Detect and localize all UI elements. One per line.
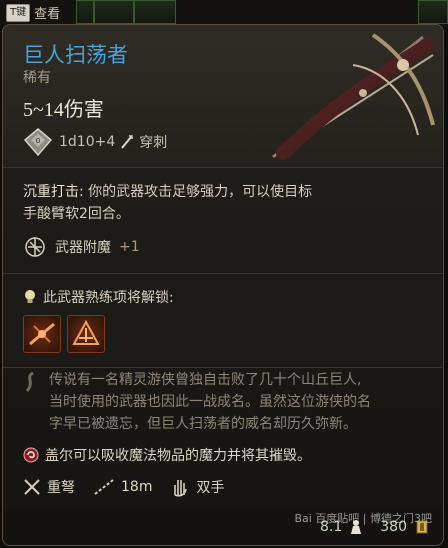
t-key-badge: T键 <box>6 3 31 22</box>
action-desc-1: 你的武器攻击足够强力，可以使目标 <box>88 184 313 200</box>
lightbulb-icon <box>25 290 35 303</box>
damage-dice-row: 0 1d10+4 穿刺 <box>23 127 167 157</box>
crossbow-icon <box>24 479 40 495</box>
divider <box>3 367 443 368</box>
lore-line-2: 当时使用的武器也因此一战成名。虽然这位游侠的名 <box>49 394 371 410</box>
item-tooltip: 巨人扫荡者 稀有 5~14伤害 0 1d10+4 穿刺 沉重打击: 你的武器攻击… <box>2 24 444 546</box>
enchant-icon <box>25 237 45 257</box>
skill-icon[interactable] <box>23 315 61 353</box>
inspect-hint[interactable]: T键 查看 <box>6 3 60 22</box>
weapon-type-prop: 重弩 <box>23 477 75 497</box>
weapon-action: 沉重打击: 你的武器攻击足够强力，可以使目标 手酸臂软2回合。 <box>23 181 423 225</box>
watermark: Bai 百度贴吧 | 博德之门3吧 <box>294 512 432 525</box>
divider <box>3 167 443 168</box>
hotbar-slot[interactable] <box>418 0 448 24</box>
enchant-row: 武器附魔 +1 <box>23 235 140 259</box>
weapon-type: 重弩 <box>47 480 75 496</box>
lore-line-3: 字早已被遗忘，但巨人扫荡者的威名却历久弥新。 <box>49 416 357 432</box>
hotbar-slot[interactable] <box>94 0 134 24</box>
hand-icon <box>174 480 188 497</box>
weapon-range: 18m <box>121 479 153 495</box>
lore-icon <box>25 371 34 392</box>
enchant-label: 武器附魔 <box>55 240 111 256</box>
damage-type: 穿刺 <box>139 135 168 151</box>
range-prop: 18m <box>93 478 152 496</box>
d10-dice-icon: 0 <box>23 128 53 157</box>
dice-value: 1d10+4 <box>59 134 116 150</box>
action-desc-2: 手酸臂软2回合。 <box>23 206 130 222</box>
enchant-value: +1 <box>119 239 140 255</box>
item-rarity: 稀有 <box>23 70 51 86</box>
proficiency-unlock-header: 此武器熟练项将解锁: <box>23 287 174 307</box>
absorb-text: 盖尔可以吸收魔法物品的魔力并将其摧毁。 <box>45 448 311 464</box>
unlock-label: 此武器熟练项将解锁: <box>43 290 174 306</box>
hands-prop: 双手 <box>170 477 224 497</box>
magic-absorb-note: 盖尔可以吸收魔法物品的魔力并将其摧毁。 <box>23 445 311 465</box>
item-name: 巨人扫荡者 <box>23 43 128 67</box>
absorb-icon <box>23 447 39 463</box>
range-icon <box>94 479 114 495</box>
action-name: 沉重打击: <box>23 184 84 200</box>
weapon-hands: 双手 <box>196 480 225 496</box>
skill-icon[interactable] <box>67 315 105 353</box>
inspect-label: 查看 <box>34 7 61 22</box>
divider <box>3 273 443 274</box>
hotbar-slot[interactable] <box>134 0 176 24</box>
top-bar: T键 查看 <box>0 0 448 26</box>
weapon-properties: 重弩 18m 双手 <box>23 477 224 497</box>
lore-line-1: 传说有一名精灵游侠曾独自击败了几十个山丘巨人, <box>49 372 362 388</box>
item-damage: 5~14伤害 <box>23 99 104 121</box>
item-lore: 传说有一名精灵游侠曾独自击败了几十个山丘巨人, 当时使用的武器也因此一战成名。虽… <box>49 369 421 435</box>
hotbar-slot[interactable] <box>76 0 94 24</box>
crossbow-image <box>272 33 435 160</box>
svg-text:0: 0 <box>36 137 40 145</box>
piercing-icon <box>121 135 133 149</box>
